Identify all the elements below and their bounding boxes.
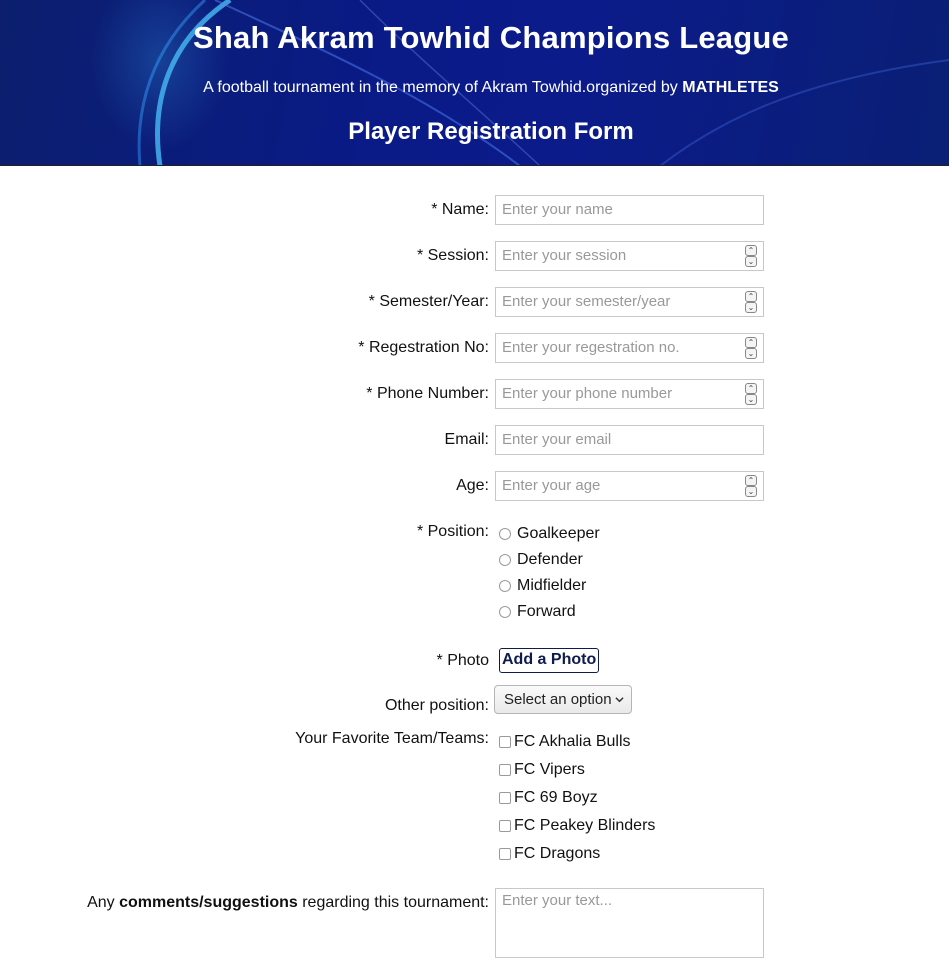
age-input[interactable]: Enter your age ⌃ ⌄ (495, 471, 764, 501)
teams-label: Your Favorite Team/Teams: (295, 730, 489, 747)
team-option-69-boyz[interactable]: FC 69 Boyz (499, 789, 598, 807)
spinner-arrows-icon[interactable]: ⌃ ⌄ (745, 475, 757, 497)
semester-placeholder: Enter your semester/year (502, 293, 671, 310)
phone-label: * Phone Number: (366, 385, 489, 402)
comments-label-bold: comments/suggestions (119, 894, 298, 911)
option-label: FC Peakey Blinders (514, 817, 656, 834)
registration-input[interactable]: Enter your regestration no. ⌃ ⌄ (495, 333, 764, 363)
name-label: * Name: (431, 201, 489, 218)
option-label: FC 69 Boyz (514, 789, 598, 806)
phone-placeholder: Enter your phone number (502, 385, 673, 402)
subtitle-text: A football tournament in the memory of A… (203, 79, 683, 96)
spinner-arrows-icon[interactable]: ⌃ ⌄ (745, 291, 757, 313)
photo-label: * Photo (436, 652, 489, 669)
position-option-midfielder[interactable]: Midfielder (499, 577, 586, 595)
radio-button[interactable] (499, 606, 511, 618)
add-photo-button[interactable]: Add a Photo (499, 648, 600, 673)
email-label: Email: (444, 431, 489, 448)
organizer-name: MATHLETES (682, 79, 779, 96)
option-label: Goalkeeper (517, 525, 600, 542)
checkbox[interactable] (499, 848, 511, 860)
email-input[interactable]: Enter your email (495, 425, 764, 455)
team-option-dragons[interactable]: FC Dragons (499, 845, 600, 863)
option-label: Defender (517, 551, 583, 568)
team-option-akhalia-bulls[interactable]: FC Akhalia Bulls (499, 733, 631, 751)
spinner-arrows-icon[interactable]: ⌃ ⌄ (745, 383, 757, 405)
tournament-title: Shah Akram Towhid Champions League (193, 20, 789, 55)
position-option-forward[interactable]: Forward (499, 603, 576, 621)
spinner-arrows-icon[interactable]: ⌃ ⌄ (745, 245, 757, 267)
checkbox[interactable] (499, 764, 511, 776)
registration-placeholder: Enter your regestration no. (502, 339, 680, 356)
checkbox[interactable] (499, 736, 511, 748)
option-label: Midfielder (517, 577, 587, 594)
age-placeholder: Enter your age (502, 477, 601, 494)
team-option-peakey-blinders[interactable]: FC Peakey Blinders (499, 817, 655, 835)
option-label: FC Akhalia Bulls (514, 733, 631, 750)
position-option-goalkeeper[interactable]: Goalkeeper (499, 525, 600, 543)
other-position-label: Other position: (384, 697, 489, 714)
age-label: Age: (456, 477, 489, 494)
semester-label: * Semester/Year: (368, 293, 489, 310)
email-placeholder: Enter your email (502, 431, 612, 448)
checkbox[interactable] (499, 820, 511, 832)
radio-button[interactable] (499, 528, 511, 540)
position-option-defender[interactable]: Defender (499, 551, 583, 569)
position-label: * Position: (416, 523, 489, 540)
form-title: Player Registration Form (348, 118, 634, 145)
checkbox[interactable] (499, 792, 511, 804)
name-placeholder: Enter your name (502, 201, 613, 218)
name-input[interactable]: Enter your name (495, 195, 764, 225)
other-position-select[interactable]: Select an option (494, 685, 632, 714)
comments-placeholder: Enter your text... (502, 892, 613, 909)
radio-button[interactable] (499, 554, 511, 566)
session-placeholder: Enter your session (502, 247, 627, 264)
team-option-vipers[interactable]: FC Vipers (499, 761, 585, 779)
registration-label: * Regestration No: (358, 339, 489, 356)
option-label: FC Vipers (514, 761, 585, 778)
radio-button[interactable] (499, 580, 511, 592)
comments-label-prefix: Any (87, 894, 120, 911)
session-label: * Session: (416, 247, 489, 264)
phone-input[interactable]: Enter your phone number ⌃ ⌄ (495, 379, 764, 409)
tournament-subtitle: A football tournament in the memory of A… (0, 79, 949, 97)
select-value: Select an option (504, 691, 612, 708)
comments-label: Any comments/suggestions regarding this … (87, 894, 489, 912)
spinner-arrows-icon[interactable]: ⌃ ⌄ (745, 337, 757, 359)
page-header: Shah Akram Towhid Champions League A foo… (0, 0, 949, 166)
chevron-down-icon (615, 697, 624, 703)
semester-input[interactable]: Enter your semester/year ⌃ ⌄ (495, 287, 764, 317)
option-label: FC Dragons (514, 845, 601, 862)
option-label: Forward (517, 603, 576, 620)
session-input[interactable]: Enter your session ⌃ ⌄ (495, 241, 764, 271)
comments-label-suffix: regarding this tournament: (297, 894, 489, 911)
